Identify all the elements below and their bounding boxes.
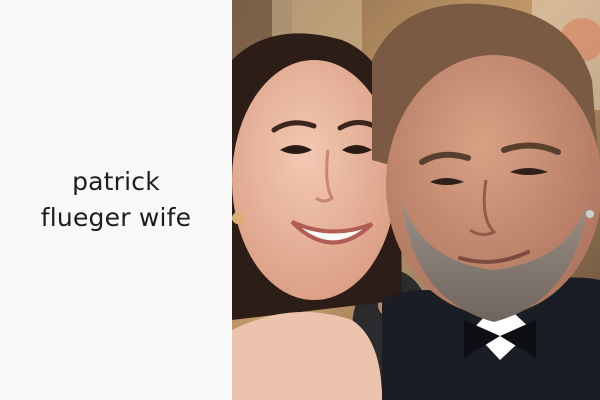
woman-earring — [232, 212, 244, 224]
caption-text: patrick flueger wife — [0, 164, 232, 236]
woman-face — [232, 60, 396, 300]
image-canvas: patrick flueger wife — [0, 0, 600, 400]
man-earring — [586, 210, 594, 218]
couple-selfie-photo — [232, 0, 600, 400]
caption-panel: patrick flueger wife — [0, 0, 232, 400]
caption-line-2: flueger wife — [40, 203, 192, 232]
photo-illustration — [232, 0, 600, 400]
caption-line-1: patrick — [72, 167, 160, 196]
